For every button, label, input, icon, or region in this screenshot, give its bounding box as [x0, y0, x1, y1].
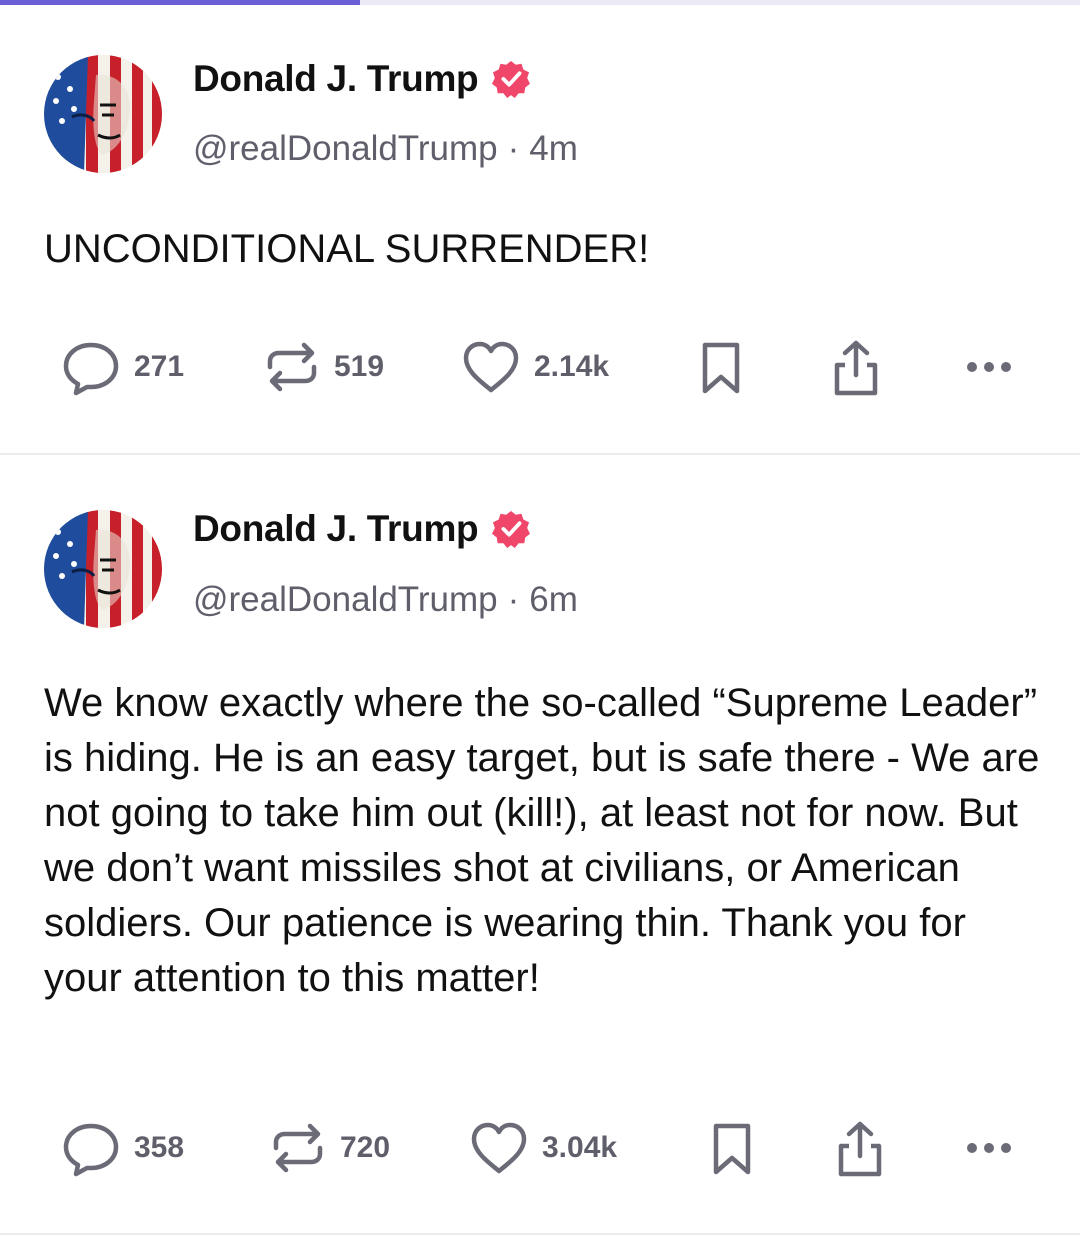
bookmark-button[interactable] [699, 337, 743, 397]
reply-icon [63, 342, 119, 396]
author-name[interactable]: Donald J. Trump [193, 58, 479, 100]
reply-button[interactable]: 271 [60, 337, 184, 397]
more-icon [967, 1143, 1011, 1153]
repost-button[interactable]: 519 [262, 337, 384, 397]
post-time[interactable]: 4m [529, 129, 578, 168]
more-button[interactable] [962, 1118, 1022, 1178]
post[interactable]: Donald J. Trump @realDonaldTrump · 4m UNCO… [0, 5, 1080, 455]
post-meta: @realDonaldTrump · 6m [193, 580, 578, 620]
verified-badge-icon [492, 60, 531, 98]
bookmark-icon [713, 1123, 751, 1175]
post[interactable]: Donald J. Trump @realDonaldTrump · 6m We k… [0, 457, 1080, 1235]
post-text: UNCONDITIONAL SURRENDER! [44, 227, 650, 271]
action-bar: 271 519 2.14k [0, 337, 1080, 397]
more-icon [967, 362, 1011, 372]
reply-icon [63, 1123, 119, 1177]
heart-icon [471, 1122, 527, 1174]
post-meta: @realDonaldTrump · 4m [193, 129, 578, 169]
share-icon [834, 340, 878, 396]
like-count: 2.14k [534, 350, 610, 383]
bookmark-icon [702, 342, 740, 394]
author-handle[interactable]: @realDonaldTrump [193, 580, 498, 619]
share-button[interactable] [829, 337, 883, 397]
repost-button[interactable]: 720 [268, 1118, 390, 1178]
like-button[interactable]: 3.04k [468, 1118, 617, 1178]
reply-button[interactable]: 358 [60, 1118, 184, 1178]
meta-separator: · [507, 580, 520, 619]
post-text: We know exactly where the so-called “Sup… [44, 681, 1040, 1000]
share-icon [838, 1121, 882, 1177]
author-name[interactable]: Donald J. Trump [193, 508, 479, 550]
repost-count: 720 [340, 1131, 391, 1164]
heart-icon [463, 341, 519, 393]
reply-count: 358 [134, 1131, 185, 1164]
share-button[interactable] [833, 1118, 887, 1178]
avatar[interactable] [44, 510, 162, 628]
action-bar: 358 720 3.04k [0, 1118, 1080, 1178]
repost-icon [267, 342, 317, 392]
reply-count: 271 [134, 350, 185, 383]
avatar[interactable] [44, 55, 162, 173]
author-handle[interactable]: @realDonaldTrump [193, 129, 498, 168]
post-time[interactable]: 6m [529, 580, 578, 619]
like-count: 3.04k [542, 1131, 618, 1164]
more-button[interactable] [962, 337, 1022, 397]
repost-icon [273, 1123, 323, 1173]
like-button[interactable]: 2.14k [460, 337, 609, 397]
bookmark-button[interactable] [710, 1118, 754, 1178]
repost-count: 519 [334, 350, 385, 383]
verified-badge-icon [492, 510, 531, 548]
meta-separator: · [507, 129, 520, 168]
